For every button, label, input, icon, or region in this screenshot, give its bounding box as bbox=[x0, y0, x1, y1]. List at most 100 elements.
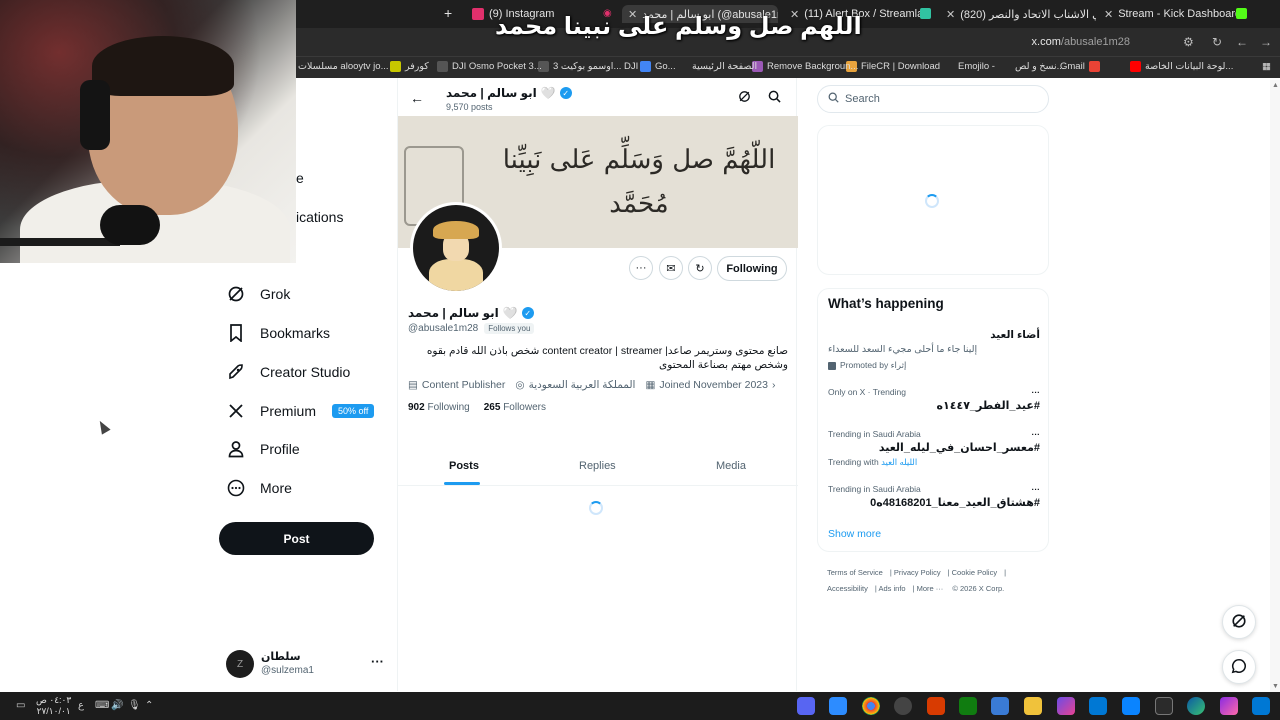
scroll-down-icon[interactable]: ▼ bbox=[1272, 683, 1279, 690]
bookmark-item[interactable]: مسلسلات alooytv jo... bbox=[298, 61, 389, 72]
mail-icon[interactable] bbox=[1089, 697, 1107, 715]
url-field[interactable]: x.com/abusale1m28 bbox=[1032, 36, 1130, 48]
trend-item[interactable]: Trending in Saudi Arabia ··· #هشتاق_العيد… bbox=[828, 484, 1040, 509]
sidebar-item-premium[interactable]: Premium 50% off bbox=[226, 396, 375, 426]
footer-link[interactable]: Cookie Policy bbox=[952, 568, 997, 577]
copilot-icon[interactable] bbox=[1220, 697, 1238, 715]
tab-media[interactable]: Media bbox=[716, 460, 746, 472]
messages-fab-button[interactable] bbox=[1222, 650, 1256, 684]
bookmark-item[interactable]: نسخ و لص... bbox=[1015, 61, 1065, 72]
promoted-icon bbox=[828, 361, 836, 370]
obs-icon[interactable] bbox=[894, 697, 912, 715]
show-more-link[interactable]: Show more bbox=[828, 528, 881, 540]
more-icon[interactable]: ··· bbox=[1032, 387, 1041, 397]
page-title: ✓ 🤍 ابو سالم | محمد bbox=[446, 86, 572, 100]
more-icon[interactable]: ··· bbox=[371, 654, 384, 669]
more-circle-icon bbox=[226, 478, 246, 498]
app-f-icon[interactable] bbox=[829, 697, 847, 715]
xbox-icon[interactable] bbox=[959, 697, 977, 715]
microphone-icon[interactable]: 🎙 bbox=[128, 700, 141, 711]
sidebar-item-home-partial[interactable]: e bbox=[296, 170, 304, 186]
tab-posts[interactable]: Posts bbox=[449, 460, 479, 472]
following-count[interactable]: 902 Following bbox=[408, 402, 470, 413]
sidebar-item-profile[interactable]: Profile bbox=[226, 434, 300, 464]
bookmark-item[interactable]: الصفحة الرئيسية bbox=[692, 61, 757, 72]
tab-kick[interactable]: ✕ Stream - Kick Dashboard bbox=[1104, 5, 1254, 23]
store-icon[interactable] bbox=[1122, 697, 1140, 715]
trend-item[interactable]: Trending in Saudi Arabia ··· #معسر_احسان_… bbox=[828, 429, 1040, 468]
promoted-text: إلينا جاء ما أحلى مجيء السعد للسعداء bbox=[828, 344, 978, 355]
close-icon[interactable]: ✕ bbox=[946, 8, 955, 21]
following-button[interactable]: Following bbox=[717, 256, 787, 281]
notification-icon[interactable]: ▭ bbox=[16, 700, 25, 711]
tune-icon[interactable]: ⚙ bbox=[1183, 35, 1194, 49]
bookmark-item[interactable]: كورفر bbox=[390, 61, 429, 72]
more-icon[interactable]: ··· bbox=[1032, 429, 1041, 439]
chevron-right-icon: › bbox=[771, 379, 776, 391]
sidebar-item-grok[interactable]: Grok bbox=[226, 279, 290, 309]
promoted-title[interactable]: أضاء العيد bbox=[828, 329, 1040, 341]
sidebar-item-more[interactable]: More bbox=[226, 473, 292, 503]
copilot-icon[interactable] bbox=[1057, 697, 1075, 715]
edge-icon[interactable] bbox=[1187, 697, 1205, 715]
subscribe-icon[interactable]: ↻ bbox=[688, 256, 712, 280]
discord-icon[interactable] bbox=[797, 697, 815, 715]
footer-link[interactable]: Ads info bbox=[878, 584, 905, 593]
taskbar-clock[interactable]: ٠٤:٠٣ ص ٢٧/١٠/٠١ bbox=[36, 695, 71, 717]
sidebar-item-creator-studio[interactable]: Creator Studio bbox=[226, 357, 350, 387]
profile-bio: صانع محتوى وستريمر صاعد| content creator… bbox=[426, 345, 788, 371]
grok-icon[interactable] bbox=[738, 90, 751, 106]
account-switcher[interactable]: Z سلطان @sulzema1 ··· bbox=[226, 648, 386, 680]
app-red-icon[interactable] bbox=[927, 697, 945, 715]
chrome-icon[interactable] bbox=[862, 697, 880, 715]
bookmark-item[interactable]: لوحة البيانات الخاصة... bbox=[1130, 61, 1233, 72]
sidebar-item-bookmarks[interactable]: Bookmarks bbox=[226, 318, 330, 348]
bookmark-item[interactable]: Emojilo - bbox=[958, 61, 995, 72]
settings-icon[interactable] bbox=[1155, 697, 1173, 715]
profile-avatar[interactable] bbox=[410, 202, 502, 294]
chevron-up-icon[interactable]: ⌃ bbox=[145, 700, 153, 711]
bookmark-item[interactable]: Gmail bbox=[1060, 61, 1100, 72]
more-options-button[interactable]: ··· bbox=[629, 256, 653, 280]
reload-icon[interactable]: ↻ bbox=[1212, 35, 1222, 49]
footer-link[interactable]: Terms of Service bbox=[827, 568, 883, 577]
network-icon[interactable]: ⌨ bbox=[95, 700, 109, 711]
bookmark-item[interactable]: FileCR | Download bbox=[846, 61, 940, 72]
start-icon[interactable] bbox=[1252, 697, 1270, 715]
new-tab-button[interactable]: + bbox=[444, 5, 452, 21]
forward-icon[interactable]: ← bbox=[1236, 35, 1248, 49]
verified-icon: ✓ bbox=[521, 307, 534, 319]
language-indicator[interactable]: ع bbox=[78, 700, 84, 711]
footer-link[interactable]: Accessibility bbox=[827, 584, 868, 593]
trend-item[interactable]: Only on X · Trending ··· #عيد_الفطر_١٤٤٧ه bbox=[828, 387, 1040, 412]
grok-fab-button[interactable] bbox=[1222, 605, 1256, 639]
close-icon[interactable]: ✕ bbox=[1104, 8, 1113, 21]
bookmark-item[interactable]: اوسمو بوكيت 3... DJI bbox=[538, 61, 638, 72]
app-blue-icon[interactable] bbox=[991, 697, 1009, 715]
more-icon[interactable]: ··· bbox=[1032, 484, 1041, 494]
post-button[interactable]: Post bbox=[219, 522, 374, 555]
back-arrow-icon[interactable]: ← bbox=[410, 90, 424, 106]
message-icon[interactable]: ✉ bbox=[659, 256, 683, 280]
tab-youtube[interactable]: ✕ (820) تحدي الاشناب الاتحاد والنصر bbox=[946, 5, 1096, 23]
profile-handle-row: @abusale1m28 Follows you bbox=[408, 323, 535, 334]
bookmark-item[interactable]: DJI Osmo Pocket 3... bbox=[437, 61, 542, 72]
file-explorer-icon[interactable] bbox=[1024, 697, 1042, 715]
search-input[interactable]: Search bbox=[817, 85, 1049, 113]
search-icon[interactable] bbox=[768, 90, 781, 106]
scroll-up-icon[interactable]: ▲ bbox=[1272, 82, 1279, 89]
headset-icon bbox=[80, 80, 110, 150]
bookmarks-menu-icon[interactable]: ▦ bbox=[1262, 61, 1271, 72]
followers-count[interactable]: 265 Followers bbox=[484, 402, 546, 413]
bookmark-item[interactable]: Go... bbox=[640, 61, 676, 72]
footer-link[interactable]: Privacy Policy bbox=[894, 568, 941, 577]
sidebar-item-notifications-partial[interactable]: ications bbox=[296, 209, 343, 225]
footer-link[interactable]: More ··· bbox=[917, 584, 944, 593]
trends-title: What’s happening bbox=[828, 296, 944, 311]
follows-you-badge: Follows you bbox=[484, 323, 535, 334]
page-scrollbar[interactable]: ▲ ▼ bbox=[1270, 80, 1280, 692]
volume-icon[interactable]: 🔊 bbox=[111, 700, 123, 711]
back-icon[interactable]: → bbox=[1260, 35, 1272, 49]
tab-replies[interactable]: Replies bbox=[579, 460, 616, 472]
bookmark-item[interactable]: Remove Backgroun... bbox=[752, 61, 858, 72]
